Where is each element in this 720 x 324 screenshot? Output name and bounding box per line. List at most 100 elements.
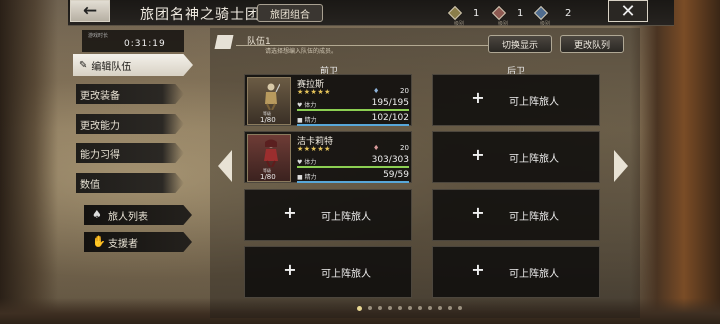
hp-bar bbox=[297, 166, 409, 168]
back-button[interactable]: ← bbox=[70, 0, 110, 22]
menu-label: 编辑队伍 bbox=[91, 61, 132, 73]
flag-icon bbox=[214, 35, 234, 49]
back-slot-2[interactable]: + 可上阵旅人 bbox=[432, 131, 600, 183]
hp-value: 195/195 bbox=[371, 98, 409, 108]
pager-dot[interactable] bbox=[388, 306, 392, 310]
sp-bar-fill bbox=[297, 124, 409, 126]
menu-label: 数值 bbox=[80, 179, 100, 191]
badge-gold-icon: 级别 bbox=[447, 5, 464, 27]
prev-team-arrow[interactable] bbox=[218, 150, 232, 182]
hp-bar-fill bbox=[297, 166, 409, 168]
handshake-icon: ✋ bbox=[92, 235, 106, 248]
bond-icon: ♦ bbox=[373, 87, 380, 95]
team-hint: 请选择想编入队伍的成员。 bbox=[265, 48, 338, 55]
pager-dot[interactable] bbox=[448, 306, 452, 310]
pager-dot[interactable] bbox=[357, 305, 362, 311]
menu-label: 更改能力 bbox=[80, 120, 120, 132]
page-title: 旅团名神之骑士团 bbox=[140, 7, 260, 23]
menu-stats[interactable]: 数值 bbox=[76, 173, 184, 193]
plus-icon: + bbox=[283, 203, 297, 222]
resource-gold: 级别 1 bbox=[447, 4, 479, 27]
hp-bar-fill bbox=[297, 109, 409, 111]
empty-slot-label: 可上阵旅人 bbox=[509, 269, 559, 280]
resource-red: 级别 1 bbox=[491, 4, 524, 27]
button-label: 支援者 bbox=[108, 238, 138, 250]
team-pager bbox=[357, 304, 462, 312]
pager-dot[interactable] bbox=[368, 306, 372, 310]
level-value: 1/80 bbox=[260, 116, 276, 124]
hp-value: 303/303 bbox=[371, 155, 409, 165]
resource-blue: 级别 2 bbox=[533, 4, 572, 27]
empty-slot-label: 可上阵旅人 bbox=[509, 212, 559, 223]
resource-value: 2 bbox=[565, 7, 572, 19]
pager-dot[interactable] bbox=[458, 306, 462, 310]
bond-icon: ♦ bbox=[373, 144, 380, 152]
sp-label: ■ 精力 bbox=[297, 174, 317, 181]
front-slot-2[interactable]: 等级 1/80 洁卡莉特 ★★★★★ ♦ 20 ♥ 体力 303/303 ■ 精… bbox=[244, 131, 412, 183]
supporters-button[interactable]: ✋ 支援者 bbox=[84, 232, 192, 252]
pager-dot[interactable] bbox=[408, 306, 412, 310]
empty-slot-label: 可上阵旅人 bbox=[321, 269, 371, 280]
travelers-icon: ♠ bbox=[92, 208, 102, 221]
empty-slot-label: 可上阵旅人 bbox=[509, 154, 559, 165]
hp-label: ♥ 体力 bbox=[297, 159, 317, 166]
sp-bar bbox=[297, 124, 409, 126]
pen-icon: ✎ bbox=[79, 59, 88, 71]
team-combo-tab[interactable]: 旅团组合 bbox=[257, 4, 323, 22]
menu-label: 更改装备 bbox=[80, 90, 120, 102]
front-slot-3[interactable]: + 可上阵旅人 bbox=[244, 189, 412, 241]
empty-slot-label: 可上阵旅人 bbox=[509, 97, 559, 108]
character-portrait: 等级 1/80 bbox=[247, 77, 291, 125]
switch-display-button[interactable]: 切换显示 bbox=[488, 35, 552, 53]
empty-slot-label: 可上阵旅人 bbox=[321, 212, 371, 223]
sp-value: 102/102 bbox=[371, 113, 409, 123]
plus-icon: + bbox=[471, 145, 485, 164]
star-rating: ★★★★★ bbox=[297, 88, 331, 96]
play-time-box: 游戏时长 0:31:19 bbox=[82, 30, 184, 52]
plus-icon: + bbox=[471, 260, 485, 279]
pager-dot[interactable] bbox=[438, 306, 442, 310]
close-button[interactable]: ✕ bbox=[608, 0, 648, 22]
star-rating: ★★★★★ bbox=[297, 145, 331, 153]
pager-dot[interactable] bbox=[398, 306, 402, 310]
travelers-list-button[interactable]: ♠ 旅人列表 bbox=[84, 205, 192, 225]
badge-blue-icon: 级别 bbox=[533, 5, 550, 27]
close-icon: ✕ bbox=[620, 0, 636, 22]
character-portrait: 等级 1/80 bbox=[247, 134, 291, 182]
menu-label: 能力习得 bbox=[80, 149, 120, 161]
plus-icon: + bbox=[471, 203, 485, 222]
back-slot-3[interactable]: + 可上阵旅人 bbox=[432, 189, 600, 241]
hp-bar bbox=[297, 109, 409, 111]
change-formation-button[interactable]: 更改队列 bbox=[560, 35, 624, 53]
frame-left bbox=[0, 0, 58, 324]
menu-learn-abilities[interactable]: 能力习得 bbox=[76, 143, 184, 163]
button-label: 旅人列表 bbox=[108, 211, 148, 223]
back-slot-4[interactable]: + 可上阵旅人 bbox=[432, 246, 600, 298]
sp-bar-fill bbox=[297, 181, 409, 183]
sp-bar bbox=[297, 181, 409, 183]
menu-edit-team[interactable]: ✎ 编辑队伍 bbox=[73, 54, 193, 76]
menu-change-abilities[interactable]: 更改能力 bbox=[76, 114, 184, 134]
sp-label: ■ 精力 bbox=[297, 117, 317, 124]
menu-change-equipment[interactable]: 更改装备 bbox=[76, 84, 184, 104]
level-value: 1/80 bbox=[260, 173, 276, 181]
pager-dot[interactable] bbox=[428, 306, 432, 310]
resource-value: 1 bbox=[517, 7, 524, 19]
pager-dot[interactable] bbox=[418, 306, 422, 310]
frame-right bbox=[630, 0, 720, 324]
plus-icon: + bbox=[283, 260, 297, 279]
sp-value: 59/59 bbox=[383, 170, 409, 180]
bond-value: 20 bbox=[400, 144, 409, 152]
badge-red-icon: 级别 bbox=[491, 5, 508, 27]
bond-value: 20 bbox=[400, 87, 409, 95]
back-slot-1[interactable]: + 可上阵旅人 bbox=[432, 74, 600, 126]
front-slot-4[interactable]: + 可上阵旅人 bbox=[244, 246, 412, 298]
play-time-value: 0:31:19 bbox=[124, 39, 166, 49]
character-figure bbox=[264, 139, 278, 167]
front-slot-1[interactable]: 等级 1/80 赛拉斯 ★★★★★ ♦ 20 ♥ 体力 195/195 ■ 精力… bbox=[244, 74, 412, 126]
next-team-arrow[interactable] bbox=[614, 150, 628, 182]
play-time-label: 游戏时长 bbox=[88, 33, 109, 39]
left-arrow-icon: ← bbox=[82, 1, 98, 21]
hp-label: ♥ 体力 bbox=[297, 102, 317, 109]
pager-dot[interactable] bbox=[378, 306, 382, 310]
